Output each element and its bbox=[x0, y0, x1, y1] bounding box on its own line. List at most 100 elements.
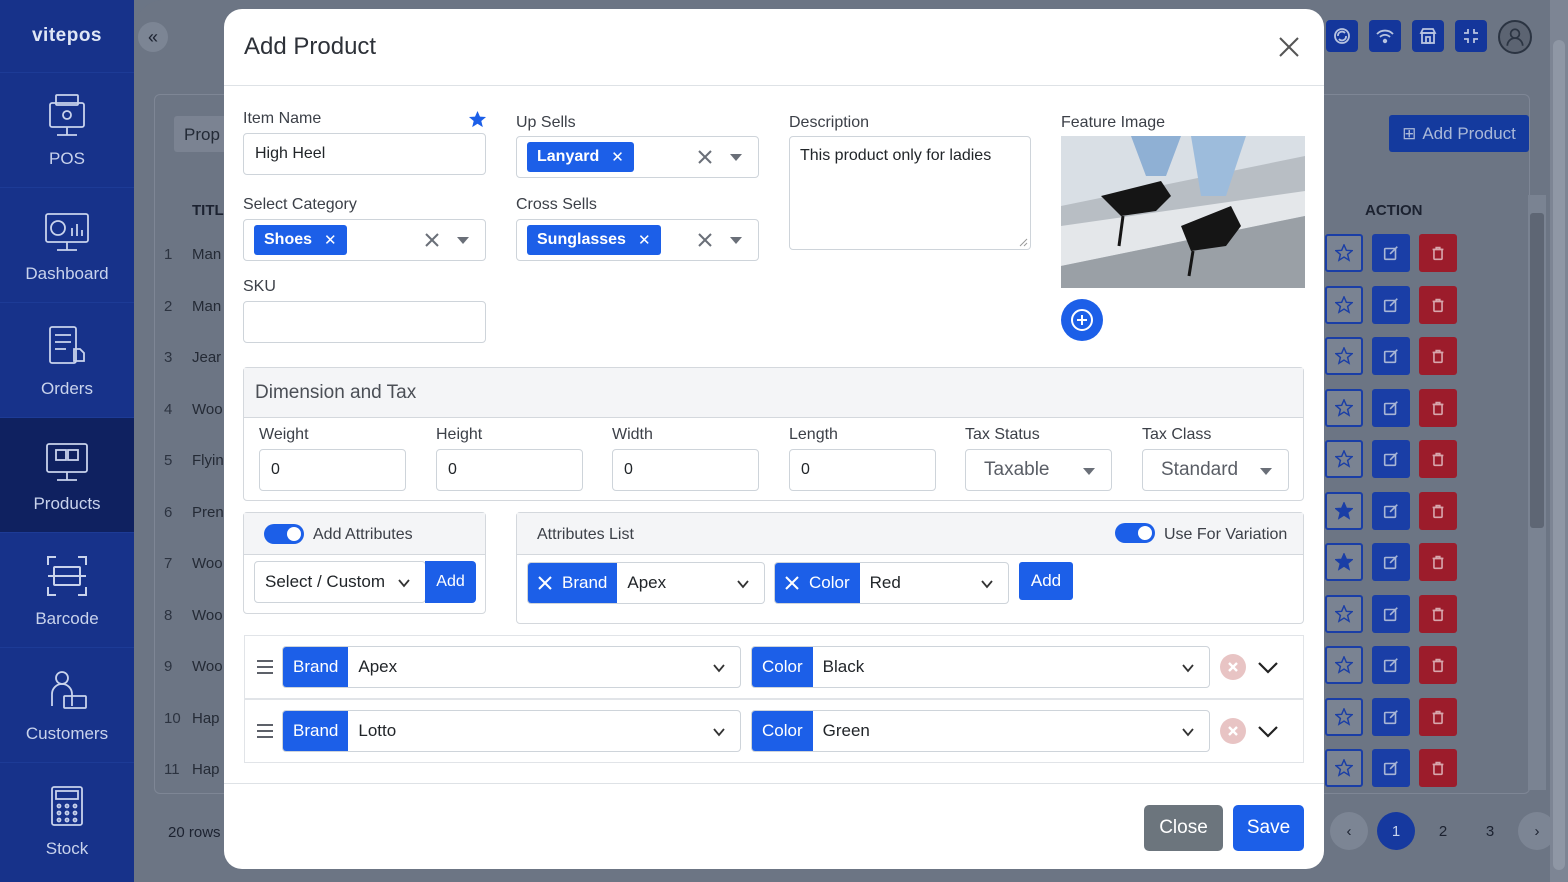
delete-icon[interactable] bbox=[1419, 234, 1457, 272]
remove-variation-icon[interactable] bbox=[1220, 654, 1246, 680]
edit-icon[interactable] bbox=[1372, 388, 1410, 427]
weight-input[interactable]: 0 bbox=[259, 449, 406, 491]
close-icon[interactable] bbox=[1274, 32, 1304, 62]
delete-icon[interactable] bbox=[1419, 697, 1457, 736]
delete-icon[interactable] bbox=[1419, 337, 1457, 375]
width-input[interactable]: 0 bbox=[612, 449, 759, 491]
item-name-input[interactable]: High Heel bbox=[243, 133, 486, 175]
expand-chevron-icon[interactable] bbox=[1257, 656, 1279, 678]
favorite-star-icon[interactable] bbox=[1325, 337, 1363, 375]
length-input[interactable]: 0 bbox=[789, 449, 936, 491]
description-textarea[interactable]: This product only for ladies bbox=[789, 136, 1031, 250]
store-icon[interactable] bbox=[1412, 20, 1444, 52]
page-button[interactable]: 3 bbox=[1471, 812, 1509, 850]
attribute-value-select[interactable]: Red bbox=[860, 563, 1008, 603]
edit-icon[interactable] bbox=[1372, 594, 1410, 633]
chip-remove-icon[interactable]: ✕ bbox=[324, 231, 337, 249]
minimize-screen-icon[interactable] bbox=[1455, 20, 1487, 52]
edit-icon[interactable] bbox=[1372, 697, 1410, 736]
star-filled-icon[interactable] bbox=[468, 110, 487, 129]
edit-icon[interactable] bbox=[1372, 285, 1410, 324]
user-avatar[interactable] bbox=[1498, 20, 1532, 54]
delete-icon[interactable] bbox=[1419, 285, 1457, 324]
sidebar-item-products[interactable]: Products bbox=[0, 417, 134, 532]
edit-icon[interactable] bbox=[1372, 543, 1410, 581]
add-product-button-bg[interactable]: ⊞ Add Product bbox=[1389, 115, 1529, 152]
delete-icon[interactable] bbox=[1419, 594, 1457, 633]
attribute-color-group[interactable]: Color Red bbox=[774, 562, 1009, 604]
clear-icon[interactable] bbox=[696, 148, 714, 166]
feature-image[interactable] bbox=[1061, 136, 1305, 288]
delete-icon[interactable] bbox=[1419, 749, 1457, 787]
chip-remove-icon[interactable]: ✕ bbox=[638, 231, 651, 249]
variation-color-group[interactable]: Color Green bbox=[751, 710, 1210, 752]
wifi-icon[interactable] bbox=[1369, 20, 1401, 52]
drag-handle-icon[interactable] bbox=[257, 660, 273, 674]
edit-icon[interactable] bbox=[1372, 646, 1410, 684]
caret-down-icon[interactable] bbox=[457, 237, 469, 244]
chip-remove-icon[interactable]: ✕ bbox=[611, 148, 624, 166]
attribute-select[interactable]: Select / Custom bbox=[254, 561, 426, 603]
sku-input[interactable] bbox=[243, 301, 486, 343]
add-attributes-toggle[interactable] bbox=[264, 524, 304, 544]
sync-icon[interactable] bbox=[1326, 20, 1358, 52]
edit-icon[interactable] bbox=[1372, 337, 1410, 375]
delete-icon[interactable] bbox=[1419, 440, 1457, 478]
edit-icon[interactable] bbox=[1372, 749, 1410, 787]
clear-icon[interactable] bbox=[696, 231, 714, 249]
close-button[interactable]: Close bbox=[1144, 805, 1223, 851]
category-select[interactable]: Shoes ✕ bbox=[243, 219, 486, 261]
variation-color-select[interactable]: Green bbox=[813, 711, 1209, 751]
table-scrollbar[interactable] bbox=[1528, 195, 1546, 790]
expand-chevron-icon[interactable] bbox=[1257, 720, 1279, 742]
crosssells-select[interactable]: Sunglasses ✕ bbox=[516, 219, 759, 261]
tax-class-select[interactable]: Standard bbox=[1142, 449, 1289, 491]
drag-handle-icon[interactable] bbox=[257, 724, 273, 738]
sidebar-item-pos[interactable]: POS bbox=[0, 72, 134, 187]
remove-variation-icon[interactable] bbox=[1220, 718, 1246, 744]
sidebar-item-orders[interactable]: Orders bbox=[0, 302, 134, 417]
favorite-star-icon[interactable] bbox=[1325, 234, 1363, 272]
upsells-select[interactable]: Lanyard ✕ bbox=[516, 136, 759, 178]
delete-icon[interactable] bbox=[1419, 543, 1457, 581]
brand-logo[interactable]: vitepos bbox=[0, 0, 134, 72]
remove-x-icon[interactable] bbox=[785, 576, 799, 590]
prev-page-icon[interactable]: ‹ bbox=[1330, 812, 1368, 850]
favorite-star-icon[interactable] bbox=[1325, 388, 1363, 427]
variation-color-select[interactable]: Black bbox=[813, 647, 1209, 687]
favorite-star-icon[interactable] bbox=[1325, 440, 1363, 478]
add-attribute-button[interactable]: Add bbox=[425, 561, 476, 603]
variation-brand-select[interactable]: Lotto bbox=[348, 711, 740, 751]
attribute-brand-group[interactable]: Brand Apex bbox=[527, 562, 765, 604]
caret-down-icon[interactable] bbox=[730, 154, 742, 161]
sidebar-item-stock[interactable]: Stock bbox=[0, 762, 134, 877]
attribute-value-select[interactable]: Apex bbox=[617, 563, 764, 603]
sidebar-item-dashboard[interactable]: Dashboard bbox=[0, 187, 134, 302]
variation-color-group[interactable]: Color Black bbox=[751, 646, 1210, 688]
favorite-star-icon[interactable] bbox=[1325, 491, 1363, 530]
collapse-sidebar-icon[interactable]: « bbox=[138, 22, 168, 52]
edit-icon[interactable] bbox=[1372, 440, 1410, 478]
attribute-tag[interactable]: Color bbox=[775, 563, 860, 603]
delete-icon[interactable] bbox=[1419, 646, 1457, 684]
page-button[interactable]: 2 bbox=[1424, 812, 1462, 850]
variation-brand-group[interactable]: Brand Lotto bbox=[282, 710, 741, 752]
favorite-star-icon[interactable] bbox=[1325, 646, 1363, 684]
clear-icon[interactable] bbox=[423, 231, 441, 249]
remove-x-icon[interactable] bbox=[538, 576, 552, 590]
add-attribute-value-button[interactable]: Add bbox=[1019, 562, 1073, 600]
variation-brand-select[interactable]: Apex bbox=[348, 647, 740, 687]
use-for-variation-toggle[interactable] bbox=[1115, 523, 1155, 543]
edit-icon[interactable] bbox=[1372, 234, 1410, 272]
favorite-star-icon[interactable] bbox=[1325, 543, 1363, 581]
delete-icon[interactable] bbox=[1419, 388, 1457, 427]
favorite-star-icon[interactable] bbox=[1325, 594, 1363, 633]
delete-icon[interactable] bbox=[1419, 491, 1457, 530]
sidebar-item-customers[interactable]: Customers bbox=[0, 647, 134, 762]
favorite-star-icon[interactable] bbox=[1325, 285, 1363, 324]
page-button[interactable]: 1 bbox=[1377, 812, 1415, 850]
caret-down-icon[interactable] bbox=[730, 237, 742, 244]
height-input[interactable]: 0 bbox=[436, 449, 583, 491]
save-button[interactable]: Save bbox=[1233, 805, 1304, 851]
resize-handle-icon[interactable] bbox=[1018, 237, 1028, 247]
